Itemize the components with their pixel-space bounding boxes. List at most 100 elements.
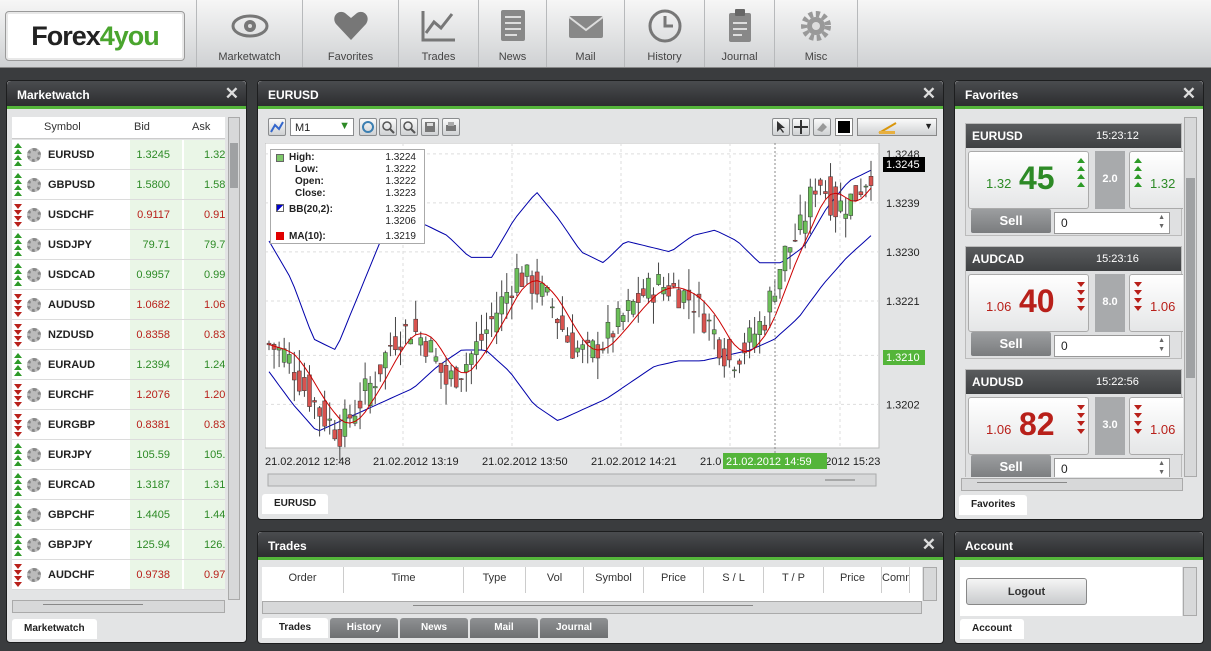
quantity-stepper[interactable]: ▲ ▼ xyxy=(1158,213,1165,231)
sell-button[interactable]: Sell xyxy=(971,209,1051,233)
column-header[interactable]: T / P xyxy=(764,567,824,593)
gear-icon[interactable] xyxy=(27,478,41,492)
gear-icon[interactable] xyxy=(27,178,41,192)
close-icon[interactable]: ✕ xyxy=(922,536,936,553)
quantity-input[interactable]: 0 ▲ ▼ xyxy=(1054,458,1170,477)
tab-marketwatch[interactable]: Marketwatch xyxy=(12,619,97,639)
scroll-thumb[interactable] xyxy=(413,605,753,610)
quantity-stepper[interactable]: ▲ ▼ xyxy=(1158,459,1165,477)
gear-icon[interactable] xyxy=(27,268,41,282)
marketwatch-row[interactable]: EURCHF 1.20761.2079 xyxy=(12,380,225,410)
marketwatch-vscrollbar[interactable] xyxy=(228,117,240,600)
gear-icon[interactable] xyxy=(27,238,41,252)
quantity-input[interactable]: 0 ▲ ▼ xyxy=(1054,335,1170,357)
tab-mail[interactable]: Mail xyxy=(470,618,538,638)
marketwatch-hscrollbar[interactable] xyxy=(12,600,225,613)
color-picker-button[interactable] xyxy=(835,118,853,136)
account-vscrollbar[interactable] xyxy=(1183,567,1197,616)
nav-trades-button[interactable]: Trades xyxy=(398,0,478,67)
quantity-input[interactable]: 0 ▲ ▼ xyxy=(1054,212,1170,234)
marketwatch-row[interactable]: AUDUSD 1.06821.0685 xyxy=(12,290,225,320)
gear-icon[interactable] xyxy=(27,358,41,372)
gear-icon[interactable] xyxy=(27,388,41,402)
marketwatch-row[interactable]: EURAUD 1.23941.2400 xyxy=(12,350,225,380)
marketwatch-row[interactable]: AUDCHF 0.97380.9744 xyxy=(12,560,225,590)
column-header[interactable]: Order xyxy=(262,567,344,593)
column-header-symbol[interactable]: Symbol xyxy=(44,121,81,133)
scroll-thumb[interactable] xyxy=(230,143,238,188)
buy-quote-button[interactable]: 1.06 xyxy=(1129,274,1183,332)
close-icon[interactable]: ✕ xyxy=(922,85,936,102)
tab-favorites[interactable]: Favorites xyxy=(959,495,1028,515)
nav-marketwatch-button[interactable]: Marketwatch xyxy=(196,0,302,67)
tab-journal[interactable]: Journal xyxy=(540,618,608,638)
refresh-button[interactable] xyxy=(359,118,377,136)
trades-vscrollbar[interactable] xyxy=(923,567,937,601)
column-header[interactable]: Vol xyxy=(526,567,584,593)
quantity-stepper[interactable]: ▲ ▼ xyxy=(1158,336,1165,354)
marketwatch-row[interactable]: EURJPY 105.59105.62 xyxy=(12,440,225,470)
marketwatch-row[interactable]: GBPJPY 125.94126.00 xyxy=(12,530,225,560)
gear-icon[interactable] xyxy=(27,328,41,342)
drawing-tools-dropdown[interactable]: ▼ xyxy=(857,118,937,136)
marketwatch-row[interactable]: USDCAD 0.99570.9960 xyxy=(12,260,225,290)
gear-icon[interactable] xyxy=(27,508,41,522)
favorites-vscrollbar[interactable] xyxy=(1184,117,1197,477)
column-header[interactable]: Type xyxy=(464,567,526,593)
sell-button[interactable]: Sell xyxy=(971,455,1051,477)
marketwatch-row[interactable]: EURCAD 1.31871.3190 xyxy=(12,470,225,500)
scroll-thumb[interactable] xyxy=(977,482,1067,487)
column-header[interactable]: Comm xyxy=(882,567,910,593)
tab-eurusd[interactable]: EURUSD xyxy=(262,494,329,514)
gear-icon[interactable] xyxy=(27,568,41,582)
gear-icon[interactable] xyxy=(27,298,41,312)
sell-button[interactable]: Sell xyxy=(971,332,1051,356)
column-header[interactable]: Symbol xyxy=(584,567,644,593)
logout-button[interactable]: Logout xyxy=(966,578,1087,605)
gear-icon[interactable] xyxy=(27,448,41,462)
marketwatch-row[interactable]: GBPUSD 1.58001.5803 xyxy=(12,170,225,200)
marketwatch-row[interactable]: GBPCHF 1.44051.4411 xyxy=(12,500,225,530)
marketwatch-row[interactable]: USDCHF 0.91170.9120 xyxy=(12,200,225,230)
scroll-thumb[interactable] xyxy=(1186,178,1195,378)
nav-history-button[interactable]: History xyxy=(624,0,704,67)
gear-icon[interactable] xyxy=(27,538,41,552)
buy-quote-button[interactable]: 1.32 xyxy=(1129,151,1183,209)
marketwatch-row[interactable]: EURUSD 1.32451.3247 xyxy=(12,140,225,170)
nav-favorites-button[interactable]: Favorites xyxy=(302,0,398,67)
column-header[interactable]: Time xyxy=(344,567,464,593)
close-icon[interactable]: ✕ xyxy=(1182,85,1196,102)
tab-account[interactable]: Account xyxy=(960,619,1024,639)
print-button[interactable] xyxy=(442,118,460,136)
nav-mail-button[interactable]: Mail xyxy=(546,0,624,67)
favorites-hscrollbar[interactable] xyxy=(961,478,1183,491)
column-header[interactable]: S / L xyxy=(704,567,764,593)
column-header-ask[interactable]: Ask xyxy=(192,121,210,133)
gear-icon[interactable] xyxy=(27,418,41,432)
marketwatch-row[interactable]: NZDUSD 0.83580.8362 xyxy=(12,320,225,350)
sell-quote-button[interactable]: 1.06 82 xyxy=(968,397,1089,455)
crosshair-tool-button[interactable] xyxy=(792,118,810,136)
sell-quote-button[interactable]: 1.32 45 xyxy=(968,151,1089,209)
tab-history[interactable]: History xyxy=(330,618,398,638)
marketwatch-row[interactable]: EURGBP 0.83810.8384 xyxy=(12,410,225,440)
buy-quote-button[interactable]: 1.06 xyxy=(1129,397,1183,455)
tab-trades[interactable]: Trades xyxy=(262,618,328,638)
nav-misc-button[interactable]: Misc xyxy=(774,0,858,67)
gear-icon[interactable] xyxy=(27,208,41,222)
timeframe-select[interactable]: M1 ▼ xyxy=(290,118,354,136)
zoom-in-button[interactable] xyxy=(379,118,397,136)
nav-news-button[interactable]: News xyxy=(478,0,546,67)
scroll-thumb[interactable] xyxy=(43,604,143,609)
sell-quote-button[interactable]: 1.06 40 xyxy=(968,274,1089,332)
zoom-out-button[interactable] xyxy=(400,118,418,136)
close-icon[interactable]: ✕ xyxy=(225,85,239,102)
tab-news[interactable]: News xyxy=(400,618,468,638)
eraser-button[interactable] xyxy=(813,118,831,136)
cursor-tool-button[interactable] xyxy=(772,118,790,136)
chart-type-button[interactable] xyxy=(268,118,286,136)
save-button[interactable] xyxy=(421,118,439,136)
chart-hscrollbar[interactable] xyxy=(267,473,877,487)
trades-hscrollbar[interactable] xyxy=(262,601,922,614)
column-header[interactable]: Price xyxy=(644,567,704,593)
